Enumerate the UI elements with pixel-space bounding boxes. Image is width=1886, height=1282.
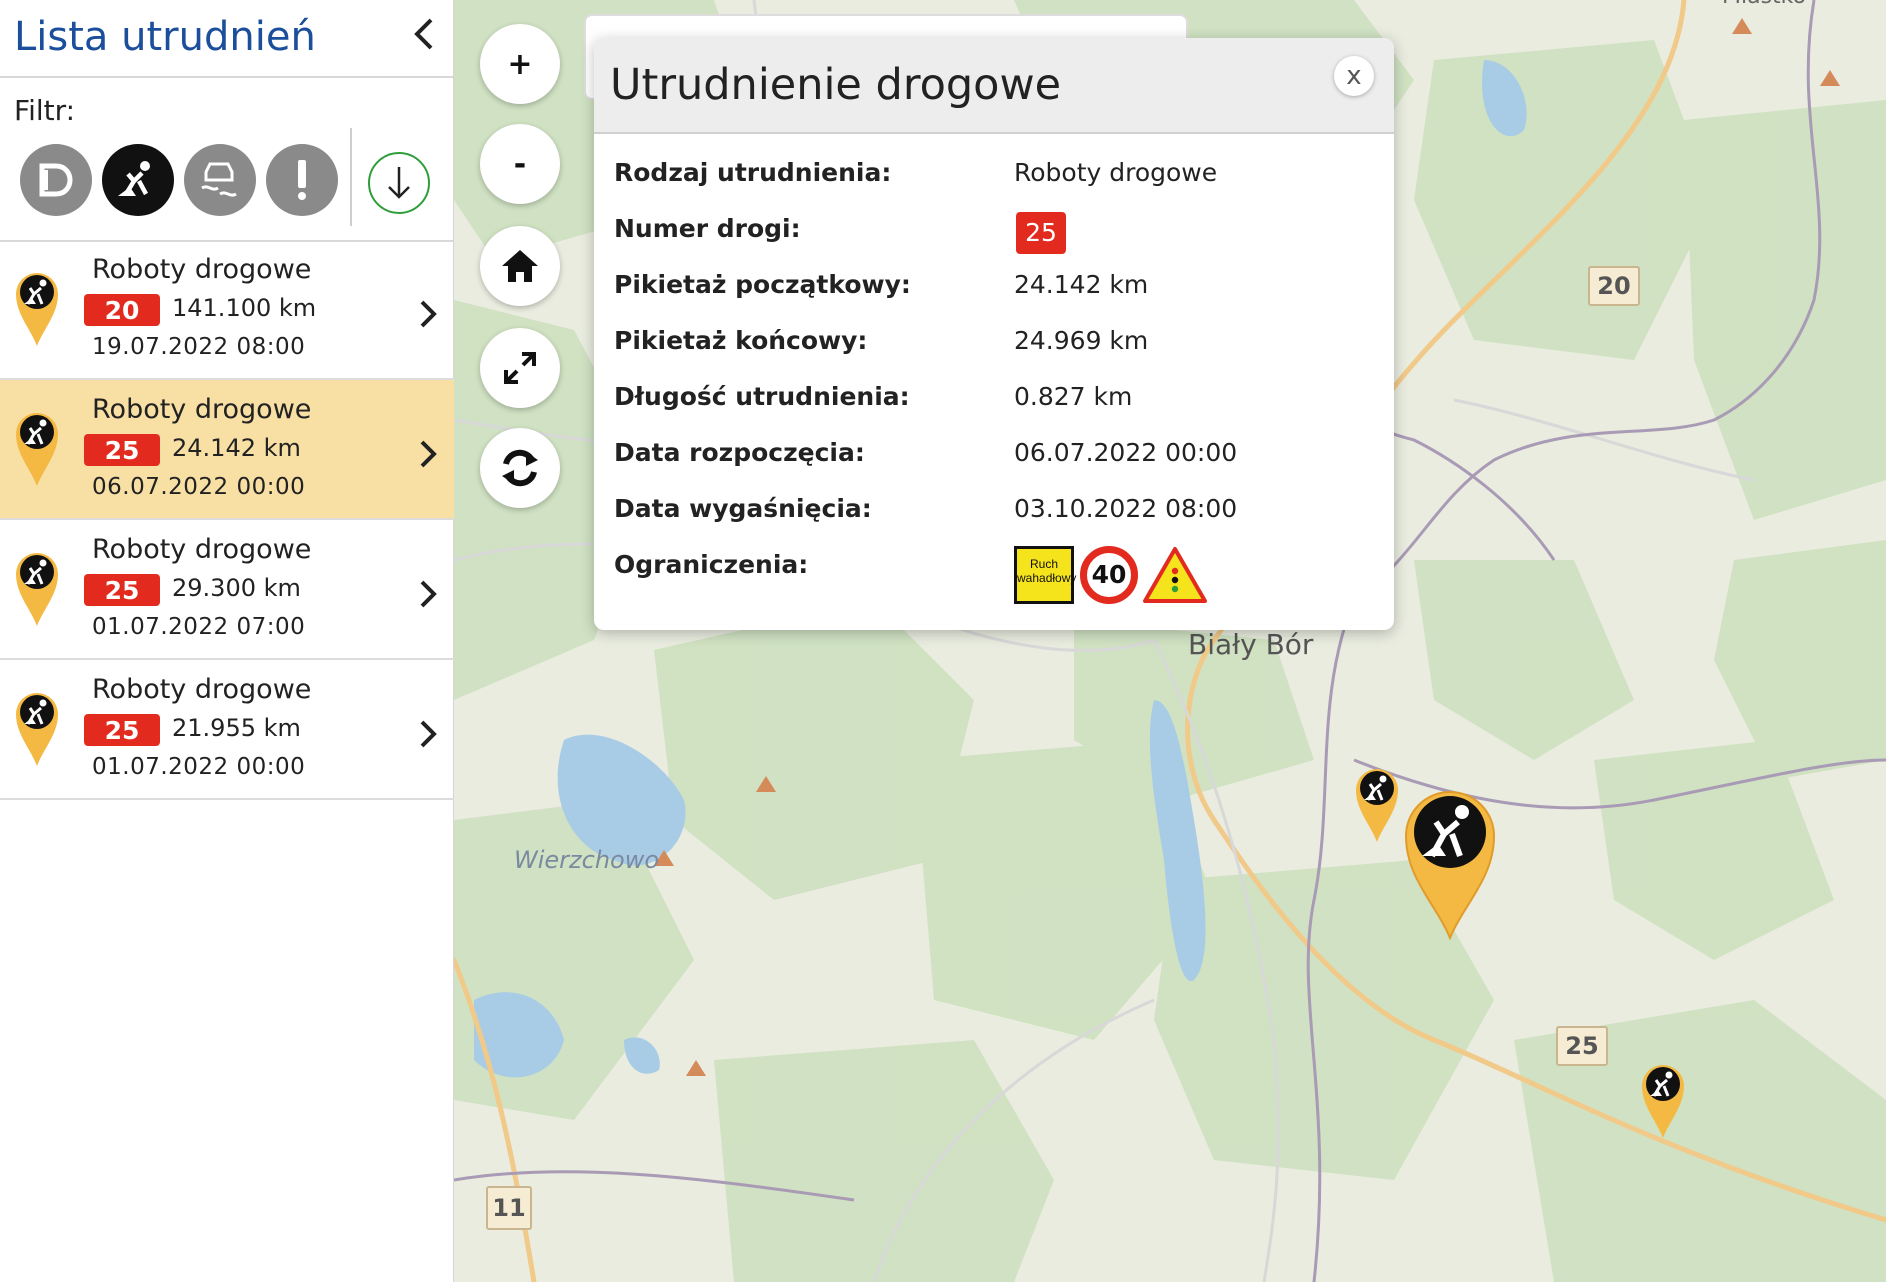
list-item-km: 21.955 km (172, 714, 301, 742)
download-button[interactable] (368, 152, 430, 214)
popup-value-type: Roboty drogowe (1014, 158, 1218, 187)
list-item-date: 19.07.2022 08:00 (92, 334, 306, 360)
list-item-selected[interactable]: Roboty drogowe 25 24.142 km 06.07.2022 0… (0, 380, 454, 520)
popup-label-start-date: Data rozpoczęcia: (614, 438, 865, 467)
popup-value-end-date: 03.10.2022 08:00 (1014, 494, 1238, 523)
zoom-in-button[interactable]: + (480, 24, 560, 104)
road-number-badge: 25 (84, 434, 160, 466)
place-label-wierzchowo: Wierzchowo (514, 846, 660, 874)
list-item-title: Roboty drogowe (92, 394, 312, 425)
filter-panel: Filtr: (0, 78, 453, 242)
refresh-button[interactable] (480, 428, 560, 508)
road-number-badge: 25 (1016, 212, 1066, 254)
roadwork-marker-selected[interactable] (1402, 786, 1498, 940)
popup-label-end-km: Pikietaż końcowy: (614, 326, 868, 355)
list-item-km: 24.142 km (172, 434, 301, 462)
popup-label-type: Rodzaj utrudnienia: (614, 158, 892, 187)
filter-divider (350, 128, 352, 226)
sidebar: Lista utrudnień Filtr: Roboty drogowe 20… (0, 0, 454, 1282)
chevron-right-icon (420, 440, 437, 468)
roadwork-pin-icon (16, 553, 58, 626)
home-button[interactable] (480, 226, 560, 306)
refresh-icon (502, 449, 538, 487)
incident-popup: Utrudnienie drogowe x Rodzaj utrudnienia… (594, 38, 1394, 630)
speed-limit-value: 40 (1091, 560, 1127, 589)
popup-header: Utrudnienie drogowe x (594, 38, 1394, 134)
roadwork-icon (118, 161, 150, 196)
filter-label: Filtr: (14, 94, 76, 127)
expand-icon (504, 352, 536, 384)
roadwork-marker[interactable] (1354, 766, 1400, 844)
filter-bridge-button[interactable] (20, 144, 92, 216)
popup-label-end-date: Data wygaśnięcia: (614, 494, 872, 523)
roadwork-pin-icon (16, 413, 58, 486)
popup-value-end-km: 24.969 km (1014, 326, 1149, 355)
home-icon (502, 250, 538, 282)
slippery-road-icon (201, 162, 237, 197)
filter-warning-button[interactable] (266, 144, 338, 216)
popup-label-restrictions: Ograniczenia: (614, 550, 809, 579)
roadwork-pin-icon (16, 273, 58, 346)
zoom-in-label: + (507, 46, 533, 82)
popup-value-start-date: 06.07.2022 00:00 (1014, 438, 1238, 467)
fullscreen-button[interactable] (480, 328, 560, 408)
place-label-bialy-bor: Biały Bór (1188, 628, 1314, 661)
road-number-badge: 25 (84, 574, 160, 606)
chevron-right-icon (420, 580, 437, 608)
sidebar-header: Lista utrudnień (0, 0, 453, 78)
chevron-right-icon (420, 300, 437, 328)
exclamation-icon (298, 160, 306, 200)
filter-roadwork-button[interactable] (102, 144, 174, 216)
close-button[interactable]: x (1334, 56, 1374, 96)
chevron-right-icon (420, 720, 437, 748)
speed-limit-sign-icon: 40 (1080, 546, 1138, 604)
popup-value-length: 0.827 km (1014, 382, 1133, 411)
chevron-left-icon[interactable] (407, 14, 441, 54)
popup-title: Utrudnienie drogowe (610, 60, 1062, 110)
road-shield-11: 11 (486, 1186, 532, 1230)
road-number-badge: 25 (84, 714, 160, 746)
sidebar-title: Lista utrudnień (14, 14, 316, 60)
list-item-title: Roboty drogowe (92, 674, 312, 705)
zoom-out-button[interactable]: - (480, 124, 560, 204)
list-item-km: 141.100 km (172, 294, 317, 322)
popup-label-length: Długość utrudnienia: (614, 382, 910, 411)
alternating-traffic-sign-icon: Ruch wahadłowy (1014, 546, 1077, 604)
roadwork-pin-icon (16, 693, 58, 766)
list-item-date: 01.07.2022 00:00 (92, 754, 306, 780)
road-shield-20: 20 (1588, 266, 1640, 306)
filter-slippery-road-button[interactable] (184, 144, 256, 216)
bridge-icon (39, 163, 73, 197)
roadwork-marker[interactable] (1640, 1062, 1686, 1140)
list-item[interactable]: Roboty drogowe 20 141.100 km 19.07.2022 … (0, 240, 454, 380)
road-number-badge: 20 (84, 294, 160, 326)
popup-value-start-km: 24.142 km (1014, 270, 1149, 299)
popup-label-start-km: Pikietaż początkowy: (614, 270, 911, 299)
popup-label-road: Numer drogi: (614, 214, 801, 243)
zoom-out-label: - (513, 146, 527, 182)
sign-text-line-2: wahadłowy (1017, 571, 1077, 585)
list-item-date: 01.07.2022 07:00 (92, 614, 306, 640)
place-label-top: Miastko (1722, 0, 1806, 9)
list-item-title: Roboty drogowe (92, 254, 312, 285)
list-item[interactable]: Roboty drogowe 25 29.300 km 01.07.2022 0… (0, 520, 454, 660)
road-shield-25: 25 (1556, 1026, 1608, 1066)
download-icon (388, 167, 410, 199)
list-item[interactable]: Roboty drogowe 25 21.955 km 01.07.2022 0… (0, 660, 454, 800)
list-item-km: 29.300 km (172, 574, 301, 602)
sign-text-line-1: Ruch (1029, 557, 1058, 571)
list-item-date: 06.07.2022 00:00 (92, 474, 306, 500)
list-item-title: Roboty drogowe (92, 534, 312, 565)
traffic-lights-warning-icon (1143, 547, 1207, 603)
